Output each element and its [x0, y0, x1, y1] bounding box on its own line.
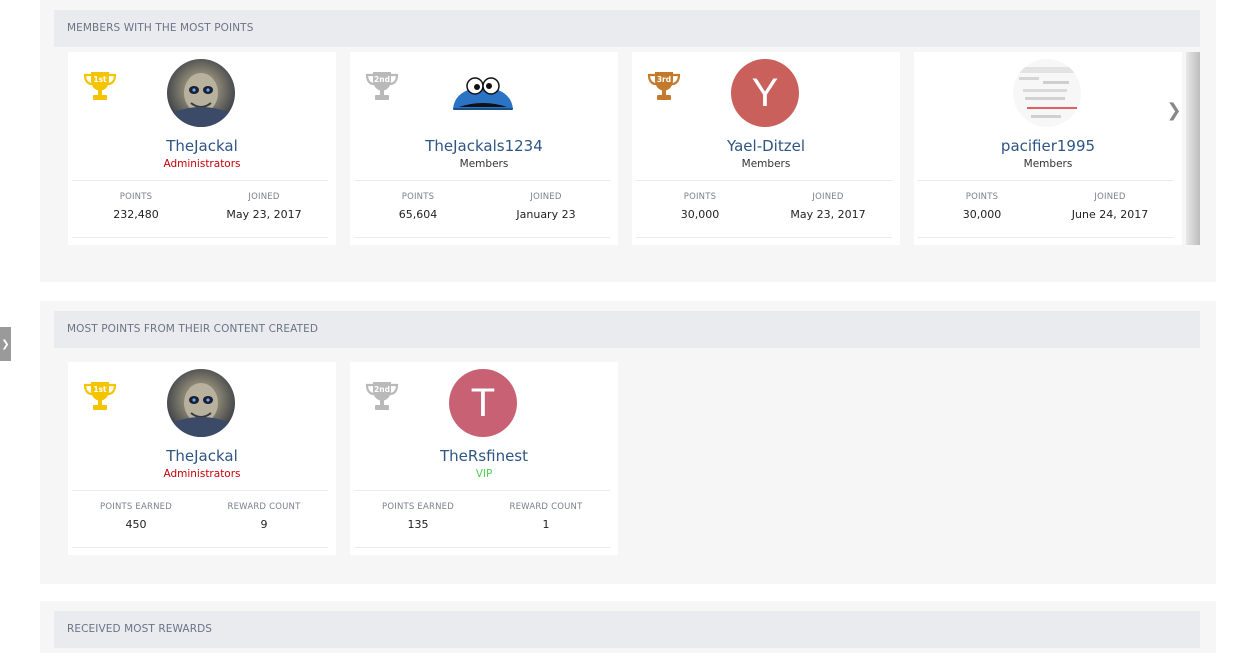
rank-label: 3rd [657, 75, 671, 84]
rank-label: 2nd [374, 385, 390, 394]
rank-label: 2nd [374, 75, 390, 84]
member-card: 1st TheJackal Administrators POINTS EARN… [68, 362, 336, 555]
stat-value: May 23, 2017 [790, 208, 866, 221]
section-most-points: MEMBERS WITH THE MOST POINTS 1st TheJack… [40, 0, 1216, 282]
username-link[interactable]: Yael-Ditzel [632, 137, 900, 155]
stat-label: POINTS EARNED [100, 502, 172, 512]
stat-value: 9 [260, 518, 268, 531]
stat-value: 1 [542, 518, 550, 531]
stat-value: January 23 [516, 208, 576, 221]
avatar[interactable] [449, 59, 517, 127]
trophy-icon: 1st [83, 382, 117, 410]
section-content-points: MOST POINTS FROM THEIR CONTENT CREATED 1… [40, 301, 1216, 584]
trophy-icon: 2nd [365, 382, 399, 410]
stat-value: 30,000 [680, 208, 720, 221]
member-stats: POINTS EARNED 450 REWARD COUNT 9 [72, 490, 328, 548]
stat-label: JOINED [1094, 192, 1126, 202]
user-group: Members [1023, 158, 1073, 170]
member-card: 1st TheJackal Administrators POINTS 232,4… [68, 52, 336, 245]
chevron-right-icon: ❯ [1, 338, 10, 350]
rank-label: 1st [93, 75, 107, 84]
stat-label: JOINED [248, 192, 280, 202]
stat-label: POINTS [119, 192, 153, 202]
member-stats: POINTS EARNED 135 REWARD COUNT 1 [354, 490, 610, 548]
member-stats: POINTS 30,000 JOINED May 23, 2017 [636, 180, 892, 238]
stat-label: JOINED [530, 192, 562, 202]
stat-label: JOINED [812, 192, 844, 202]
username-link[interactable]: TheJackal [68, 447, 336, 465]
trophy-icon: 1st [83, 72, 117, 100]
avatar[interactable]: T [449, 369, 517, 437]
user-group: Members [459, 158, 509, 170]
stat-label: REWARD COUNT [509, 502, 583, 512]
carousel-next-button[interactable]: ❯ [1162, 90, 1186, 130]
avatar[interactable] [167, 59, 235, 127]
stat-value: 30,000 [962, 208, 1002, 221]
stat-value: 450 [125, 518, 147, 531]
member-card: 2nd T TheRsfinest VIP POINTS EARNED 135 R… [350, 362, 618, 555]
side-panel-toggle[interactable]: ❯ [0, 327, 11, 361]
stat-value: 232,480 [113, 208, 159, 221]
username-link[interactable]: TheRsfinest [350, 447, 618, 465]
stat-label: POINTS [965, 192, 999, 202]
user-group: VIP [475, 468, 493, 480]
user-group: Administrators [163, 468, 241, 480]
section-title: MOST POINTS FROM THEIR CONTENT CREATED [54, 311, 1200, 348]
avatar[interactable]: Y [731, 59, 799, 127]
carousel-edge [1186, 52, 1200, 245]
user-group: Administrators [163, 158, 241, 170]
stat-label: POINTS [401, 192, 435, 202]
trophy-icon: 2nd [365, 72, 399, 100]
username-link[interactable]: pacifier1995 [914, 137, 1182, 155]
trophy-icon: 3rd [647, 72, 681, 100]
rank-label: 1st [93, 385, 107, 394]
stat-value: 135 [407, 518, 429, 531]
member-stats: POINTS 232,480 JOINED May 23, 2017 [72, 180, 328, 238]
stat-value: May 23, 2017 [226, 208, 302, 221]
member-stats: POINTS 30,000 JOINED June 24, 2017 [918, 180, 1174, 238]
member-stats: POINTS 65,604 JOINED January 23 [354, 180, 610, 238]
avatar[interactable] [167, 369, 235, 437]
avatar[interactable] [1013, 59, 1081, 127]
stat-label: REWARD COUNT [227, 502, 301, 512]
section-title: MEMBERS WITH THE MOST POINTS [54, 10, 1200, 47]
section-most-rewards: RECEIVED MOST REWARDS [40, 601, 1216, 653]
stat-label: POINTS EARNED [382, 502, 454, 512]
member-card: 3rd Y Yael-Ditzel Members POINTS 30,000 J… [632, 52, 900, 245]
member-card: pacifier1995 Members POINTS 30,000 JOINED… [914, 52, 1182, 245]
chevron-right-icon: ❯ [1166, 99, 1182, 121]
member-card: 2nd TheJackals1234 Members POINTS 65,604 … [350, 52, 618, 245]
user-group: Members [741, 158, 791, 170]
section-title: RECEIVED MOST REWARDS [54, 611, 1200, 648]
stat-value: 65,604 [398, 208, 438, 221]
username-link[interactable]: TheJackals1234 [350, 137, 618, 155]
username-link[interactable]: TheJackal [68, 137, 336, 155]
stat-label: POINTS [683, 192, 717, 202]
stat-value: June 24, 2017 [1071, 208, 1149, 221]
